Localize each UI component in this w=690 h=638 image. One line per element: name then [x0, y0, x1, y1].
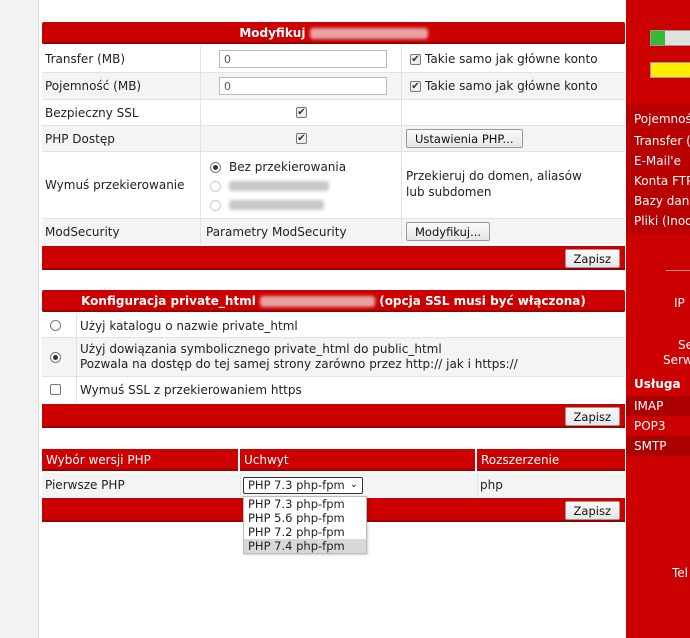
redirect-hint: Przekieruj do domen, aliasów lub subdome… — [406, 169, 582, 199]
php-version-label: Pierwsze PHP — [45, 478, 125, 492]
private-html-title: Konfiguracja private_html — [81, 294, 256, 308]
modsec-params: Parametry ModSecurity — [206, 224, 347, 239]
ssl-checkbox[interactable]: ✔ — [296, 107, 307, 118]
transfer-same-checkbox[interactable]: ✔ — [410, 53, 421, 65]
sidebar-item: Transfer ( — [634, 134, 690, 148]
se-label: Se — [678, 338, 690, 352]
redirect-domain1-radio[interactable] — [210, 180, 221, 192]
sidebar-item: E-Mail'e — [634, 154, 681, 168]
redacted-domain-option — [229, 181, 329, 191]
private-html-save-button[interactable]: Zapisz — [564, 407, 620, 426]
handler-header: Uchwyt — [240, 449, 475, 471]
redirect-none-label: Bez przekierowania — [229, 160, 347, 174]
dropdown-option[interactable]: PHP 7.4 php-fpm — [244, 539, 366, 553]
sidebar-item: Bazy dany — [634, 194, 690, 208]
redacted-domain — [309, 28, 428, 39]
dropdown-option[interactable]: PHP 7.3 php-fpm — [244, 497, 366, 511]
transfer-label: Transfer (MB) — [45, 52, 126, 66]
private-html-option1-row: Użyj katalogu o nazwie private_html — [42, 314, 625, 338]
transfer-same-label: Takie samo jak główne konto — [425, 52, 598, 66]
sidebar-item: Pojemność — [634, 112, 690, 126]
sidebar-item: Konta FTP — [634, 174, 690, 188]
symlink-label: Użyj dowiązania symbolicznego private_ht… — [80, 342, 442, 356]
modify-title: Modyfikuj — [239, 26, 306, 40]
php-handler-dropdown: PHP 7.3 php-fpm PHP 5.6 php-fpm PHP 7.2 … — [243, 496, 367, 554]
ssl-row: Bezpieczny SSL ✔ — [42, 100, 625, 126]
php-settings-button[interactable]: Ustawienia PHP... — [406, 129, 523, 148]
modsec-modify-button[interactable]: Modyfikuj... — [406, 222, 491, 241]
force-ssl-label: Wymuś SSL z przekierowaniem https — [80, 382, 302, 397]
right-sidebar: Pojemność Transfer ( E-Mail'e Konta FTP … — [626, 0, 690, 638]
redacted-domain — [260, 296, 376, 307]
redirect-options: Bez przekierowania — [210, 160, 346, 212]
modify-header: Modyfikuj — [42, 22, 625, 44]
php-extension: php — [480, 478, 503, 492]
transfer-input[interactable] — [219, 50, 387, 68]
php-save-button[interactable]: Zapisz — [564, 501, 620, 520]
divider — [666, 270, 690, 271]
modsec-row: ModSecurity Parametry ModSecurity Modyfi… — [42, 219, 625, 244]
redirect-label: Wymuś przekierowanie — [45, 178, 185, 192]
php-access-label: PHP Dostęp — [45, 131, 115, 146]
usage-bar-green — [650, 30, 690, 46]
extension-header: Rozszerzenie — [477, 449, 625, 471]
serw-label: Serw — [663, 353, 690, 367]
modsec-label: ModSecurity — [45, 224, 120, 239]
redirect-domain2-radio[interactable] — [210, 199, 221, 211]
tel-label: Tel — [672, 566, 689, 580]
private-html-header: Konfiguracja private_html (opcja SSL mus… — [42, 290, 625, 312]
ssl-label: Bezpieczny SSL — [45, 105, 139, 120]
private-dir-label: Użyj katalogu o nazwie private_html — [80, 318, 298, 333]
dropdown-option[interactable]: PHP 5.6 php-fpm — [244, 511, 366, 525]
usage-bar-yellow — [650, 62, 690, 78]
sidebar-item: Pliki (Inod — [634, 214, 690, 228]
php-access-row: PHP Dostęp ✔ Ustawienia PHP... — [42, 126, 625, 152]
force-ssl-checkbox[interactable] — [50, 384, 61, 395]
php-version-header: Wybór wersji PHP — [42, 449, 238, 471]
service-pop3: POP3 — [634, 419, 666, 433]
php-handler-selected: PHP 7.3 php-fpm — [248, 478, 345, 492]
private-html-save-bar: Zapisz — [42, 404, 625, 428]
quota-label: Pojemność (MB) — [45, 79, 142, 93]
service-smtp: SMTP — [634, 439, 667, 453]
quota-same-label: Takie samo jak główne konto — [425, 79, 598, 93]
service-label: Usługa — [634, 377, 681, 391]
chevron-down-icon: ⌄ — [349, 478, 358, 490]
redirect-row: Wymuś przekierowanie Bez przekierowania … — [42, 152, 625, 219]
modify-save-bar: Zapisz — [42, 246, 625, 270]
transfer-row: Transfer (MB) ✔ Takie samo jak główne ko… — [42, 46, 625, 73]
php-access-checkbox[interactable]: ✔ — [296, 133, 307, 144]
php-version-row: Pierwsze PHP PHP 7.3 php-fpm ⌄ php — [42, 473, 625, 497]
modify-save-button[interactable]: Zapisz — [564, 249, 620, 268]
ip-label: IP — [674, 296, 685, 310]
redacted-domain-option — [229, 200, 324, 210]
private-html-title-suffix: (opcja SSL musi być włączona) — [379, 294, 586, 308]
service-imap: IMAP — [634, 399, 664, 413]
php-handler-select[interactable]: PHP 7.3 php-fpm ⌄ — [243, 476, 363, 494]
quota-row: Pojemność (MB) ✔ Takie samo jak główne k… — [42, 73, 625, 100]
private-dir-radio[interactable] — [50, 320, 61, 331]
quota-input[interactable] — [219, 77, 387, 95]
force-ssl-row: Wymuś SSL z przekierowaniem https — [42, 377, 625, 402]
quota-same-checkbox[interactable]: ✔ — [410, 80, 421, 92]
symlink-description: Pozwala na dostęp do tej samej strony za… — [80, 357, 518, 371]
symlink-radio[interactable] — [50, 351, 61, 363]
redirect-none-radio[interactable] — [210, 161, 221, 173]
private-html-option2-row: Użyj dowiązania symbolicznego private_ht… — [42, 338, 625, 377]
dropdown-option[interactable]: PHP 7.2 php-fpm — [244, 525, 366, 539]
